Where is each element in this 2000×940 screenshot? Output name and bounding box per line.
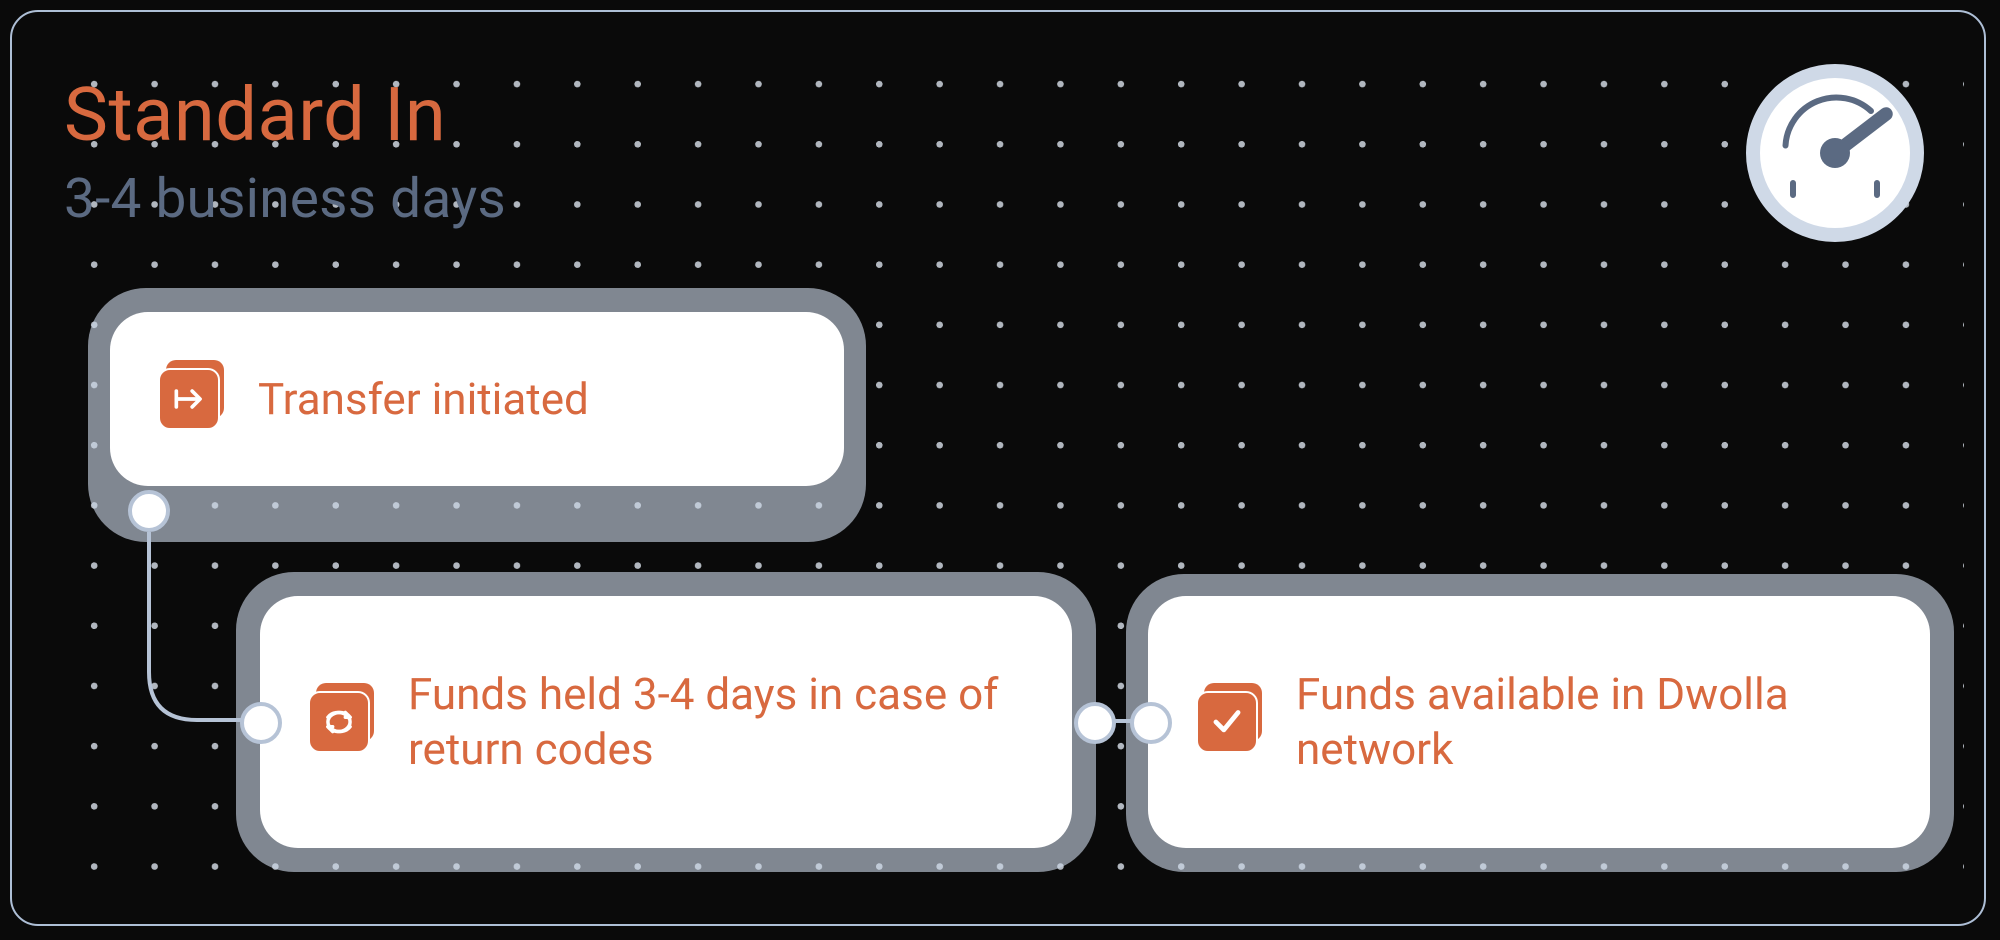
diagram-frame: Standard In 3-4 business days Transfer i… — [10, 10, 1986, 926]
connector-node — [128, 490, 170, 532]
gauge-icon — [1746, 64, 1924, 242]
connector-node — [1130, 702, 1172, 744]
connector-node — [1074, 702, 1116, 744]
diagram-subtitle: 3-4 business days — [64, 167, 506, 231]
connector-1-2 — [146, 532, 266, 732]
cycle-icon — [308, 689, 374, 755]
step-label-1: Transfer initiated — [258, 372, 589, 427]
step-card-1: Transfer initiated — [110, 312, 844, 486]
step-label-3: Funds available in Dwolla network — [1296, 667, 1882, 777]
connector-node — [240, 702, 282, 744]
step-card-2: Funds held 3-4 days in case of return co… — [260, 596, 1072, 848]
check-icon — [1196, 689, 1262, 755]
transfer-arrow-icon — [158, 366, 224, 432]
diagram-title: Standard In — [64, 72, 446, 159]
step-card-3: Funds available in Dwolla network — [1148, 596, 1930, 848]
step-label-2: Funds held 3-4 days in case of return co… — [408, 667, 1024, 777]
